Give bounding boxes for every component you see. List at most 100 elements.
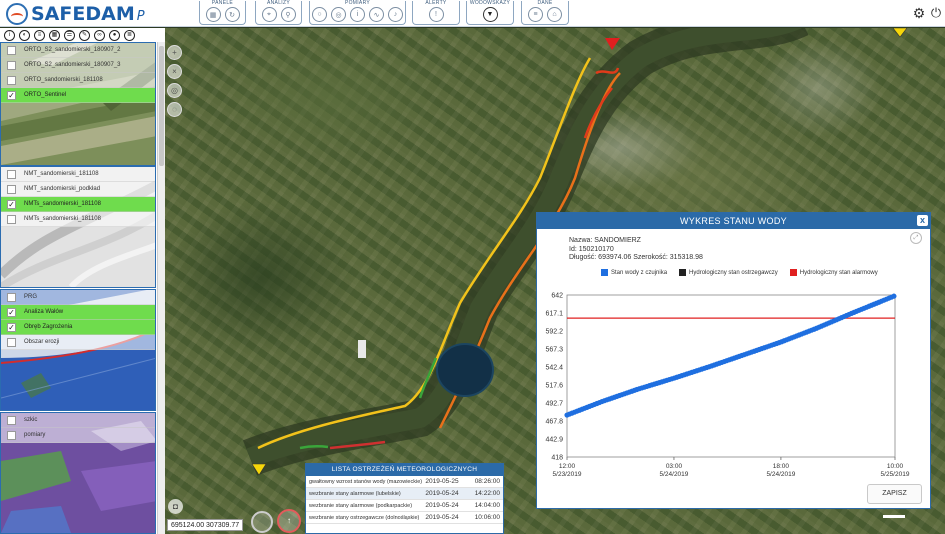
- layer-row[interactable]: ✓ Obręb Zagrożenia: [1, 320, 155, 335]
- alert-time: 08:26:00: [474, 478, 500, 485]
- y-tick-label: 517.6: [545, 382, 563, 389]
- layer-label: PRG: [24, 294, 38, 300]
- layer-row[interactable]: pomiary: [1, 428, 155, 443]
- layer-label: NMTs_sandomierski_181108: [24, 216, 101, 222]
- layer-checkbox[interactable]: [7, 430, 16, 440]
- layer-checkbox[interactable]: [7, 415, 16, 425]
- legend-item[interactable]: Stan wody z czujnika: [601, 269, 667, 276]
- list-icon[interactable]: ≣: [124, 29, 135, 41]
- layer-row[interactable]: NMT_sandomierski_181108: [1, 167, 155, 182]
- legend-item[interactable]: Hydrologiczny stan alarmowy: [789, 269, 878, 276]
- zoom-cancel-icon[interactable]: ×: [167, 64, 182, 79]
- settings-gear-icon[interactable]: ⚙: [912, 6, 926, 20]
- y-tick-label: 592.2: [545, 329, 563, 336]
- layer-row[interactable]: szkic: [1, 413, 155, 428]
- data-icon[interactable]: ≡: [528, 7, 543, 22]
- layer-row[interactable]: ORTO_sandomierski_181108: [1, 73, 155, 88]
- expand-icon[interactable]: ⤢: [910, 232, 922, 244]
- layer-checkbox[interactable]: [7, 184, 16, 194]
- legend-item[interactable]: Hydrologiczny stan ostrzegawczy: [679, 269, 778, 276]
- layer-row[interactable]: ✓ Analiza Wałów: [1, 305, 155, 320]
- layers-stack-icon[interactable]: ≡: [34, 29, 45, 41]
- water-level-point: [891, 293, 897, 299]
- layer-row[interactable]: PRG: [1, 290, 155, 305]
- locate-icon[interactable]: ◎: [167, 83, 182, 98]
- alert-name: wezbranie stany alarmowe (podkarpackie): [309, 502, 413, 509]
- alert-row[interactable]: wezbranie stany alarmowe (podkarpackie) …: [306, 500, 503, 512]
- layer-label: ORTO_S2_sandomierski_180907_2: [24, 47, 121, 53]
- alert-date: 2019-05-25: [425, 478, 459, 485]
- record-icon[interactable]: ●: [109, 29, 120, 41]
- alert-date: 2019-05-24: [425, 502, 459, 509]
- zoom-in-icon[interactable]: +: [167, 45, 182, 60]
- layer-checkbox[interactable]: [7, 45, 16, 55]
- measure-distance-icon[interactable]: [251, 511, 273, 533]
- alert-row[interactable]: wezbranie stany ostrzegawcze (dolnośląsk…: [306, 512, 503, 524]
- compass-icon[interactable]: ◎: [331, 7, 346, 22]
- x-tick-date: 5/23/2019: [553, 471, 582, 478]
- x-tick-time: 18:00: [773, 463, 790, 470]
- group-label: WODOWSKAZY: [469, 0, 511, 6]
- layer-row[interactable]: ORTO_S2_sandomierski_180907_2: [1, 43, 155, 58]
- alert-row[interactable]: gwałtowny wzrost stanów wody (mazowiecki…: [306, 476, 503, 488]
- measure-area-icon[interactable]: ↑: [277, 509, 301, 533]
- layers-icon[interactable]: ◌: [167, 102, 182, 117]
- x-tick-date: 5/24/2019: [659, 471, 688, 478]
- tag-icon[interactable]: ⌂: [547, 7, 562, 22]
- alert-date: 2019-05-24: [425, 514, 459, 521]
- info-icon[interactable]: i: [350, 7, 365, 22]
- panel-scrollbar[interactable]: [157, 42, 165, 534]
- save-button[interactable]: ZAPISZ: [867, 484, 922, 504]
- layer-checkbox[interactable]: [7, 75, 16, 85]
- station-coords: Długość: 693974.06 Szerokość: 315318.98: [569, 254, 703, 261]
- group-wodowskazy: WODOWSKAZY ▼: [466, 0, 514, 25]
- alert-icon[interactable]: !: [428, 7, 444, 22]
- scrollbar-thumb[interactable]: [159, 46, 164, 166]
- alert-row[interactable]: wezbranie stany alarmowe (lubelskie) 201…: [306, 488, 503, 500]
- power-icon[interactable]: ⏻: [929, 6, 943, 20]
- layer-checkbox[interactable]: ✓: [7, 322, 16, 332]
- layer-label: Obszar erozji: [24, 339, 60, 345]
- layer-row[interactable]: NMT_sandomierski_podkład: [1, 182, 155, 197]
- y-tick-label: 567.3: [545, 347, 563, 354]
- group-analizy: ANALIZY ⌖ ⚲: [255, 0, 302, 25]
- layer-row[interactable]: NMTs_sandomierski_181108: [1, 212, 155, 227]
- alerts-title: LISTA OSTRZEŻEŃ METEOROLOGICZNYCH: [306, 464, 503, 476]
- circle-icon[interactable]: ○: [312, 7, 327, 22]
- layer-checkbox[interactable]: [7, 169, 16, 179]
- group-label: DANE: [537, 0, 553, 6]
- pin-outline-icon[interactable]: ⚲: [280, 7, 296, 22]
- gauge-icon[interactable]: ▼: [482, 7, 498, 22]
- camera-icon[interactable]: ◘: [168, 499, 183, 514]
- bell-icon[interactable]: ♪: [388, 7, 403, 22]
- link-icon[interactable]: ∞: [94, 29, 105, 41]
- gauge-marker-alarm: [605, 38, 620, 50]
- layer-row[interactable]: ✓ NMTs_sandomierski_181108: [1, 197, 155, 212]
- grid-icon[interactable]: ▦: [49, 29, 60, 41]
- layer-checkbox[interactable]: [7, 337, 16, 347]
- contrast-icon[interactable]: ◐: [19, 29, 30, 41]
- layer-checkbox[interactable]: ✓: [7, 90, 16, 100]
- close-icon[interactable]: x: [917, 215, 928, 226]
- legend-label: Hydrologiczny stan ostrzegawczy: [689, 269, 778, 276]
- y-tick-label: 642: [551, 293, 563, 300]
- alert-time: 10:06:00: [474, 514, 500, 521]
- layer-checkbox[interactable]: [7, 214, 16, 224]
- group-alerty: ALERTY !: [412, 0, 460, 25]
- info-icon[interactable]: i: [4, 29, 15, 41]
- legend-icon[interactable]: ☰: [64, 29, 75, 41]
- layer-row[interactable]: ✓ ORTO_Sentinel: [1, 88, 155, 103]
- refresh-icon[interactable]: ↻: [224, 7, 240, 22]
- layer-checkbox[interactable]: [7, 292, 16, 302]
- edit-icon[interactable]: ✎: [79, 29, 90, 41]
- chart-icon[interactable]: ∿: [369, 7, 384, 22]
- layer-checkbox[interactable]: ✓: [7, 199, 16, 209]
- layer-checkbox[interactable]: [7, 60, 16, 70]
- layer-row[interactable]: Obszar erozji: [1, 335, 155, 350]
- alert-name: gwałtowny wzrost stanów wody (mazowiecki…: [309, 478, 423, 485]
- layer-row[interactable]: ORTO_S2_sandomierski_180907_3: [1, 58, 155, 73]
- pin-icon[interactable]: ⌖: [261, 7, 277, 22]
- layer-label: szkic: [24, 417, 38, 423]
- grid-icon[interactable]: ▦: [205, 7, 221, 22]
- layer-checkbox[interactable]: ✓: [7, 307, 16, 317]
